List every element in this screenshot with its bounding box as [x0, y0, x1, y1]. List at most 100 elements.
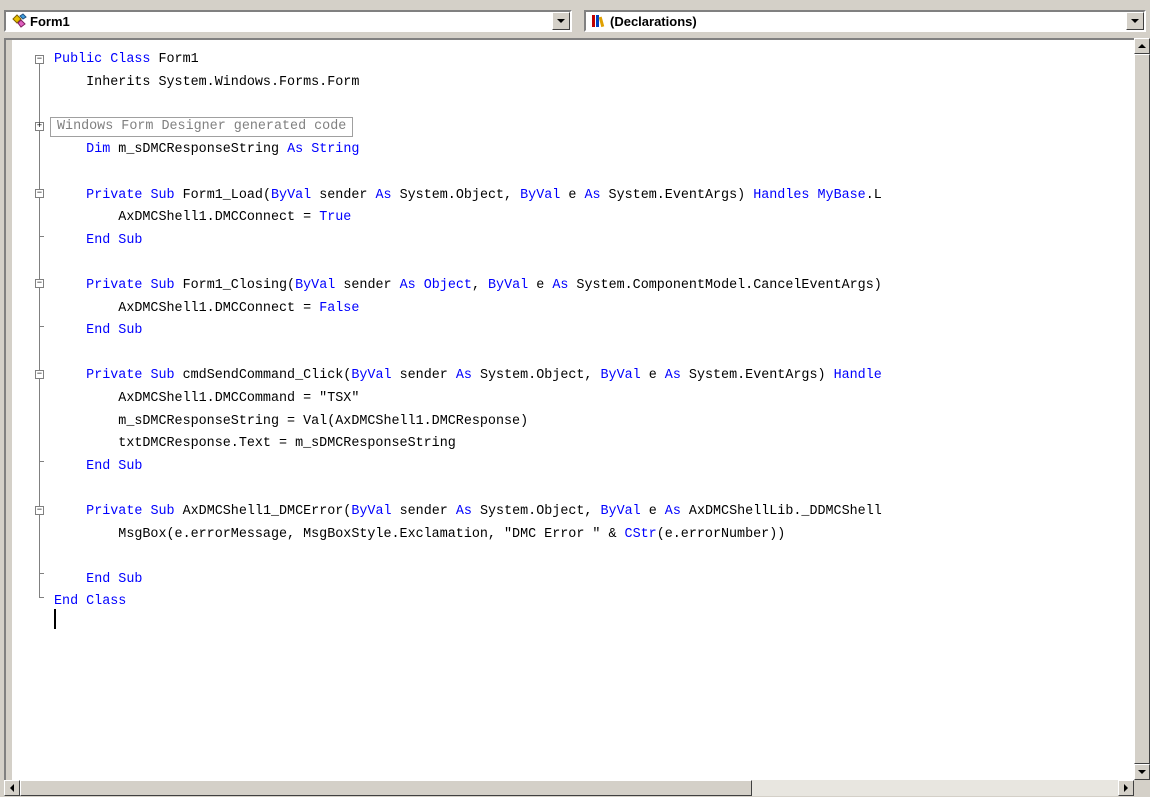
- vertical-scroll-thumb[interactable]: [1134, 54, 1150, 764]
- code-token: (e.errorNumber)): [656, 526, 786, 542]
- code-token: Form1_Load(: [174, 187, 271, 203]
- code-token: Form1: [150, 52, 199, 67]
- code-token: System.Object,: [471, 504, 601, 519]
- code-token: System.Object,: [471, 368, 601, 384]
- code-token: m_sDMCResponseString = Val(AxDMCShell1.D…: [54, 413, 529, 429]
- code-line: Private Sub Form1_Closing( ByVal sender A…: [54, 275, 882, 297]
- outline-end-tick: [39, 326, 44, 327]
- code-token: System.EventArgs): [680, 368, 834, 384]
- code-token: cmdSendCommand_Click(: [174, 368, 352, 384]
- code-line: AxDMCShell1.DMCConnect = False: [54, 298, 359, 320]
- scrollbar-corner: [1134, 780, 1150, 797]
- chevron-down-icon: [557, 19, 565, 23]
- code-keyword: True: [319, 210, 352, 226]
- method-name-dropdown[interactable]: (Declarations): [584, 10, 1146, 32]
- code-keyword: ByVal: [351, 504, 392, 519]
- collapse-sub-icon[interactable]: −: [35, 506, 44, 515]
- code-keyword: Object: [423, 278, 472, 293]
- code-line: Private Sub AxDMCShell1_DMCError(ByVal s…: [54, 501, 882, 523]
- code-keyword: End Class: [54, 594, 127, 610]
- code-keyword: String: [311, 142, 360, 158]
- code-line: Inherits System.Windows.Forms.Form: [54, 72, 359, 94]
- code-token: Inherits System.Windows.Forms.Form: [54, 74, 360, 90]
- outline-end-tick: [39, 597, 44, 598]
- code-keyword: As: [664, 504, 681, 519]
- horizontal-scrollbar[interactable]: [4, 780, 1134, 796]
- vertical-scrollbar[interactable]: [1134, 38, 1150, 780]
- code-line: End Sub: [54, 320, 142, 342]
- code-token: AxDMCShell1.DMCCommand = "TSX": [54, 391, 360, 406]
- code-keyword: Dim: [86, 142, 111, 158]
- code-token: e: [640, 368, 665, 384]
- code-keyword: As: [664, 368, 681, 384]
- outline-end-tick: [39, 573, 44, 574]
- collapsed-region[interactable]: Windows Form Designer generated code: [50, 117, 354, 137]
- code-token: sender: [391, 368, 456, 384]
- code-token: Form1_Closing(: [174, 278, 296, 293]
- scroll-up-button[interactable]: [1134, 38, 1150, 54]
- code-keyword: ByVal: [488, 278, 529, 293]
- code-token: AxDMCShell1.DMCConnect =: [54, 300, 320, 316]
- code-line: Private Sub Form1_Load(ByVal sender As S…: [54, 185, 882, 207]
- expand-region-icon[interactable]: +: [35, 122, 44, 131]
- code-line: End Sub: [54, 569, 142, 591]
- code-keyword: ByVal: [271, 187, 312, 203]
- code-keyword: As: [584, 187, 601, 203]
- code-keyword: End Sub: [86, 323, 143, 339]
- code-editor[interactable]: Public Class Form1 Inherits System.Windo…: [4, 38, 1134, 780]
- code-token: e: [528, 278, 553, 293]
- code-keyword: Private Sub: [86, 187, 175, 203]
- code-keyword: False: [319, 300, 360, 316]
- class-dropdown-arrow[interactable]: [552, 12, 570, 30]
- code-line: AxDMCShell1.DMCCommand = "TSX": [54, 388, 359, 410]
- method-dropdown-arrow[interactable]: [1126, 12, 1144, 30]
- code-line: Private Sub cmdSendCommand_Click( ByVal s…: [54, 365, 882, 387]
- collapse-class-icon[interactable]: −: [35, 55, 44, 64]
- method-name-value: (Declarations): [610, 13, 697, 29]
- collapse-sub-icon[interactable]: −: [35, 189, 44, 198]
- arrow-left-icon: [10, 784, 14, 792]
- code-line: Dim m_sDMCResponseString As String: [54, 139, 359, 161]
- class-icon: [10, 13, 28, 29]
- code-keyword: End Sub: [86, 571, 143, 587]
- code-keyword: Private Sub: [86, 368, 175, 384]
- code-keyword: Private Sub: [86, 278, 175, 293]
- collapse-sub-icon[interactable]: −: [35, 279, 44, 288]
- code-keyword: Public Class: [54, 52, 151, 67]
- code-keyword: As: [399, 278, 416, 293]
- code-keyword: End Sub: [86, 232, 143, 248]
- code-line: End Sub: [54, 456, 142, 478]
- code-token: txtDMCResponse.Text = m_sDMCResponseStri…: [54, 436, 456, 452]
- code-keyword: ByVal: [520, 187, 561, 203]
- text-caret: [54, 609, 56, 629]
- declarations-icon: [590, 13, 608, 29]
- scroll-left-button[interactable]: [4, 780, 20, 796]
- outline-end-tick: [39, 236, 44, 237]
- code-keyword: CStr: [624, 526, 657, 542]
- code-token: sender: [335, 278, 400, 293]
- code-token: AxDMCShell1_DMCError(: [174, 504, 352, 519]
- code-keyword: ByVal: [600, 368, 641, 384]
- chevron-down-icon: [1131, 19, 1139, 23]
- code-keyword: Handles: [753, 187, 810, 203]
- code-line: End Sub: [54, 230, 142, 252]
- horizontal-scroll-thumb[interactable]: [20, 780, 752, 796]
- class-name-dropdown[interactable]: Form1: [4, 10, 572, 32]
- code-keyword: As: [287, 142, 304, 158]
- collapse-sub-icon[interactable]: −: [35, 370, 44, 379]
- outline-end-tick: [39, 461, 44, 462]
- code-token: System.EventArgs): [600, 187, 754, 203]
- code-token: AxDMCShellLib._DDMCShell: [680, 504, 882, 519]
- code-keyword: As: [455, 368, 472, 384]
- scroll-down-button[interactable]: [1134, 764, 1150, 780]
- scroll-right-button[interactable]: [1118, 780, 1134, 796]
